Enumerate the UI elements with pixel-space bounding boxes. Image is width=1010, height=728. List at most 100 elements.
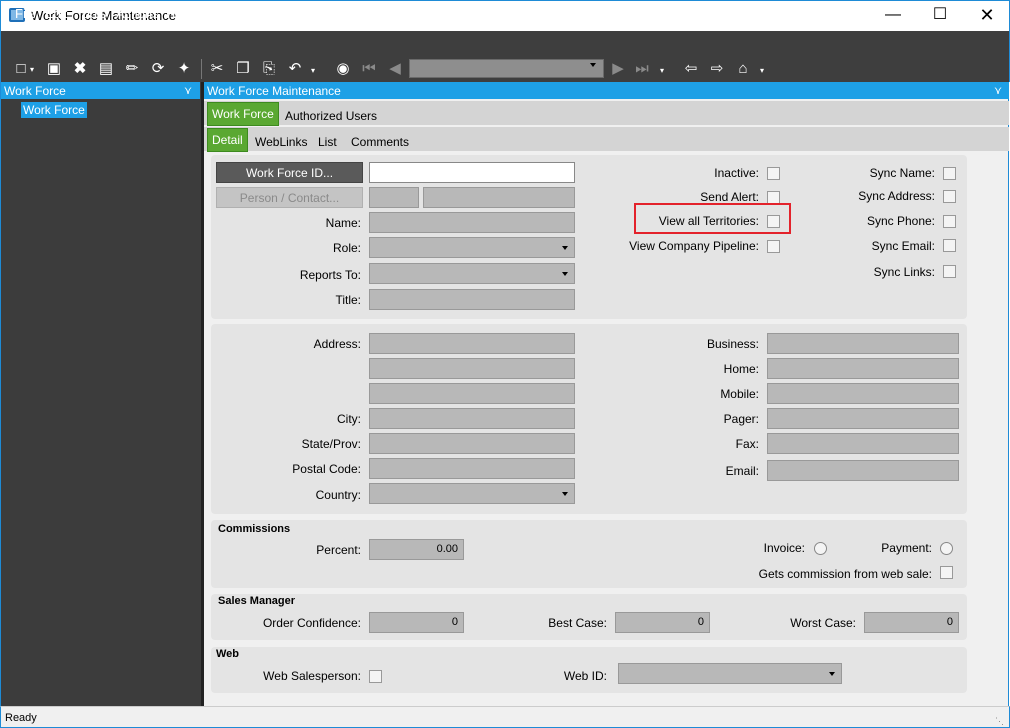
sync-name-label: Sync Name: <box>869 166 935 180</box>
pin-icon[interactable]: ⋎ <box>184 84 192 97</box>
eraser-icon[interactable]: ✏ <box>123 60 141 78</box>
last-record-icon[interactable]: ⏭ <box>633 60 651 78</box>
title-field[interactable] <box>369 289 575 310</box>
menu-tools[interactable]: Tools <box>76 6 106 21</box>
business-phone-label: Business: <box>706 337 759 351</box>
name-field[interactable] <box>369 212 575 233</box>
save-icon[interactable]: ▣ <box>45 60 63 78</box>
refresh-icon[interactable]: ⟳ <box>149 60 167 78</box>
tab-weblinks[interactable]: WebLinks <box>255 135 307 149</box>
email-label: Email: <box>725 464 759 478</box>
delete-icon[interactable]: ✖ <box>71 60 89 78</box>
web-sale-checkbox[interactable] <box>940 566 953 579</box>
sync-address-checkbox[interactable] <box>943 190 956 203</box>
payment-radio[interactable] <box>940 542 953 555</box>
reports-to-select[interactable] <box>369 263 575 284</box>
work-force-id-field[interactable] <box>369 162 575 183</box>
new-dropdown-icon[interactable]: ▾ <box>27 61 37 79</box>
tab-authorized-users[interactable]: Authorized Users <box>285 109 377 123</box>
chevron-down-icon[interactable] <box>829 672 835 676</box>
paste-icon[interactable]: ⎘ <box>260 60 278 78</box>
undo-dropdown-icon[interactable]: ▾ <box>308 62 318 80</box>
nav-dropdown-icon[interactable]: ▾ <box>657 62 667 80</box>
person-id-field[interactable] <box>369 187 419 208</box>
toolbar-separator <box>201 59 202 79</box>
postal-code-field[interactable] <box>369 458 575 479</box>
menu-actions[interactable]: Actions <box>116 6 159 21</box>
home-icon[interactable]: ⌂ <box>734 60 752 78</box>
tree-item-work-force[interactable]: Work Force <box>21 102 87 118</box>
chevron-down-icon[interactable] <box>562 492 568 496</box>
broom-icon[interactable]: ✦ <box>175 60 193 78</box>
address-line-2-field[interactable] <box>369 358 575 379</box>
fax-field[interactable] <box>767 433 959 454</box>
main-panel-header: Work Force Maintenance <box>204 82 1009 99</box>
highlight-box <box>634 203 791 234</box>
undo-icon[interactable]: ↶ <box>286 60 304 78</box>
worst-case-field[interactable]: 0 <box>864 612 959 633</box>
menu-overflow-icon[interactable]: ▾ <box>199 9 204 20</box>
work-force-id-button[interactable]: Work Force ID... <box>216 162 363 183</box>
country-select[interactable] <box>369 483 575 504</box>
copy-icon[interactable]: ❐ <box>234 60 252 78</box>
sync-links-checkbox[interactable] <box>943 265 956 278</box>
person-contact-button[interactable]: Person / Contact... <box>216 187 363 208</box>
minimize-button[interactable]: — <box>870 0 916 31</box>
tab-comments[interactable]: Comments <box>351 135 409 149</box>
sales-manager-title: Sales Manager <box>218 595 296 607</box>
pin-icon[interactable]: ⋎ <box>994 84 1002 97</box>
person-name-field[interactable] <box>423 187 575 208</box>
pager-label: Pager: <box>723 412 759 426</box>
tab-list[interactable]: List <box>318 135 337 149</box>
sync-email-label: Sync Email: <box>871 239 935 253</box>
tab-detail[interactable]: Detail <box>207 128 248 152</box>
view-company-pipeline-checkbox[interactable] <box>767 240 780 253</box>
business-phone-field[interactable] <box>767 333 959 354</box>
address-line-3-field[interactable] <box>369 383 575 404</box>
web-id-select[interactable] <box>618 663 842 684</box>
cut-icon[interactable]: ✂ <box>208 60 226 78</box>
first-record-icon[interactable]: ⏮ <box>360 60 378 78</box>
pager-field[interactable] <box>767 408 959 429</box>
sync-phone-checkbox[interactable] <box>943 215 956 228</box>
home-phone-field[interactable] <box>767 358 959 379</box>
maximize-button[interactable]: ☐ <box>917 0 963 31</box>
tab-work-force[interactable]: Work Force <box>207 102 279 126</box>
back-icon[interactable]: ⇦ <box>682 60 700 78</box>
book-icon[interactable]: ▤ <box>97 60 115 78</box>
mobile-phone-field[interactable] <box>767 383 959 404</box>
web-salesperson-checkbox[interactable] <box>369 670 382 683</box>
sync-name-checkbox[interactable] <box>943 167 956 180</box>
invoice-label: Invoice: <box>763 541 805 555</box>
next-record-icon[interactable]: ▶ <box>609 60 627 78</box>
order-confidence-field[interactable]: 0 <box>369 612 464 633</box>
city-field[interactable] <box>369 408 575 429</box>
address-line-1-field[interactable] <box>369 333 575 354</box>
chevron-down-icon[interactable] <box>562 272 568 276</box>
forward-icon[interactable]: ⇨ <box>708 60 726 78</box>
state-field[interactable] <box>369 433 575 454</box>
menu-file[interactable]: File <box>15 6 36 21</box>
chevron-down-icon[interactable] <box>590 63 596 67</box>
web-title: Web <box>216 648 240 660</box>
email-field[interactable] <box>767 460 959 481</box>
reports-to-label: Reports To: <box>299 268 361 282</box>
percent-field[interactable]: 0.00 <box>369 539 464 560</box>
home-dropdown-icon[interactable]: ▾ <box>757 62 767 80</box>
name-label: Name: <box>325 216 361 230</box>
previous-record-icon[interactable]: ◀ <box>386 60 404 78</box>
invoice-radio[interactable] <box>814 542 827 555</box>
chevron-down-icon[interactable] <box>562 246 568 250</box>
resize-grip-icon[interactable]: ⋱ <box>995 716 1004 727</box>
inactive-checkbox[interactable] <box>767 167 780 180</box>
sync-phone-label: Sync Phone: <box>866 214 935 228</box>
menu-edit[interactable]: Edit <box>45 6 67 21</box>
best-case-field[interactable]: 0 <box>615 612 710 633</box>
fax-label: Fax: <box>735 437 759 451</box>
binoculars-icon[interactable]: ◉ <box>334 60 352 78</box>
close-button[interactable]: ✕ <box>964 0 1010 31</box>
role-select[interactable] <box>369 237 575 258</box>
sync-email-checkbox[interactable] <box>943 239 956 252</box>
menu-help[interactable]: Help <box>166 6 193 21</box>
record-navigation-combo[interactable] <box>409 59 604 78</box>
